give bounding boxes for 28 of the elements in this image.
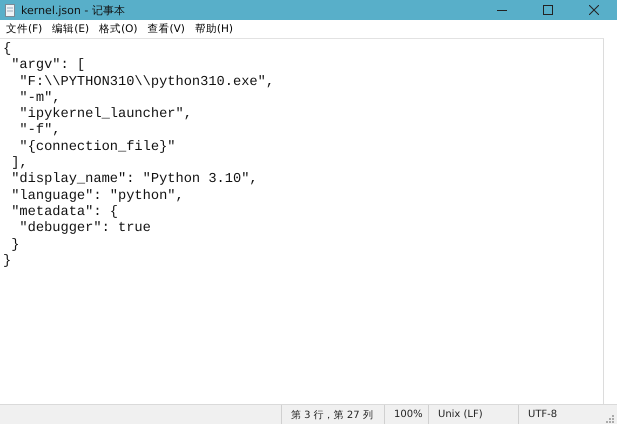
code-line: } bbox=[10, 238, 20, 254]
menu-item[interactable]: 编辑(E) bbox=[47, 22, 94, 36]
code-line: "-m", bbox=[18, 90, 60, 107]
window-title: kernel.json - 记事本 bbox=[21, 2, 126, 18]
code-line: { bbox=[3, 42, 12, 58]
code-line: "-f", bbox=[18, 123, 60, 140]
code-line: "argv": [ bbox=[10, 58, 86, 75]
code-line: } bbox=[3, 254, 12, 270]
code-line: "display_name": "Python 3.10", bbox=[10, 172, 258, 189]
menu-item[interactable]: 文件(F) bbox=[1, 22, 48, 36]
code-line: "debugger": true bbox=[18, 221, 151, 238]
resize-grip-icon bbox=[606, 414, 614, 422]
menu-item[interactable]: 查看(V) bbox=[142, 22, 190, 36]
code-line: "language": "python", bbox=[10, 188, 184, 205]
close-icon bbox=[589, 5, 599, 15]
code-line: "metadata": { bbox=[10, 204, 118, 221]
code-line: ], bbox=[10, 156, 28, 172]
menu-item[interactable]: 帮助(H) bbox=[190, 22, 238, 36]
code-line: "F:\\PYTHON310\\python310.exe", bbox=[18, 74, 274, 91]
zoom-level: 100% bbox=[394, 409, 423, 420]
menu-item[interactable]: 格式(O) bbox=[94, 22, 143, 36]
code-line: "ipykernel_launcher", bbox=[18, 107, 192, 123]
line-ending: Unix (LF) bbox=[438, 409, 483, 420]
maximize-icon bbox=[543, 5, 553, 15]
code-line: "{connection_file}" bbox=[18, 140, 176, 156]
encoding: UTF-8 bbox=[528, 409, 558, 420]
file-icon bbox=[5, 4, 15, 16]
cursor-position: 第 3 行，第 27 列 bbox=[291, 408, 373, 422]
